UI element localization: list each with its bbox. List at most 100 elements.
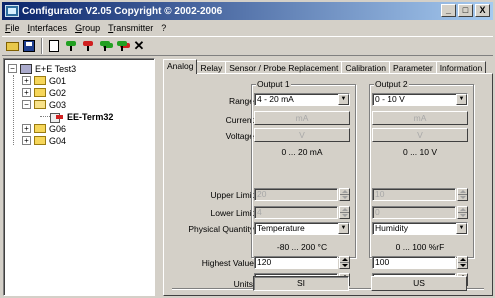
output1-highest-spinner[interactable] — [339, 256, 350, 269]
toolbar: ✕ — [2, 36, 493, 56]
tree-group-label: G02 — [49, 87, 67, 98]
close-button[interactable]: X — [475, 4, 490, 17]
new-button[interactable] — [46, 38, 62, 54]
units-si-button[interactable]: SI — [253, 276, 349, 291]
output1-range-select[interactable]: 4 - 20 mA ▼ — [254, 93, 350, 106]
output1-quantity-range: -80 ... 200 °C — [276, 242, 328, 252]
tree-root-label: E+E Test3 — [35, 63, 77, 74]
tree-group-label: G04 — [49, 135, 67, 146]
units-us-button[interactable]: US — [371, 276, 467, 291]
output2-range-select[interactable]: 0 - 10 V ▼ — [372, 93, 468, 106]
tree-root[interactable]: − E+E Test3 — [8, 63, 76, 74]
menu-file[interactable]: File — [5, 23, 20, 33]
tree-group-label: G03 — [49, 99, 67, 110]
output2-quantity-range: 0 ... 100 %rF — [395, 242, 445, 252]
connect-group-button[interactable] — [97, 38, 113, 54]
folder-icon — [34, 136, 46, 145]
output2-title: Output 2 — [374, 79, 409, 89]
output1-quantity-select[interactable]: Temperature ▼ — [254, 222, 350, 235]
device-icon — [50, 112, 64, 123]
output1-lower-limit-field[interactable]: 4 — [254, 206, 338, 219]
output2-highest-spinner[interactable] — [457, 256, 468, 269]
disconnect-group-button[interactable] — [114, 38, 130, 54]
output1-upper-limit-field[interactable]: 20 — [254, 188, 338, 201]
connect-button[interactable] — [63, 38, 79, 54]
expand-icon[interactable]: + — [22, 124, 31, 133]
menu-interfaces[interactable]: Interfaces — [28, 23, 68, 33]
window-controls: _ □ X — [441, 4, 490, 17]
upper-limit-label: Upper Limit — [210, 190, 254, 200]
output2-highest-field[interactable]: 100 — [372, 256, 456, 269]
analog-pane: Range Current Voltage Upper Limit Lower … — [163, 73, 493, 296]
output1-voltage-button[interactable]: V — [254, 128, 350, 142]
menu-transmitter[interactable]: Transmitter — [108, 23, 153, 33]
open-button[interactable] — [4, 38, 20, 54]
collapse-icon[interactable]: − — [22, 100, 31, 109]
disconnect-button[interactable] — [80, 38, 96, 54]
expand-icon[interactable]: + — [22, 88, 31, 97]
plug-red-icon — [82, 40, 94, 52]
tab-analog[interactable]: Analog — [163, 59, 198, 74]
collapse-icon[interactable]: − — [8, 64, 17, 73]
output2-upper-limit-spinner[interactable] — [457, 188, 468, 201]
output2-range-value: 0 - 10 V — [375, 94, 405, 104]
highest-value-label: Highest Value — [201, 258, 254, 268]
chevron-down-icon[interactable]: ▼ — [456, 94, 467, 105]
expand-icon[interactable]: + — [22, 136, 31, 145]
device-tree[interactable]: − E+E Test3 + G01 + G02 − G03 EE-Term32 … — [3, 58, 155, 296]
minimize-button[interactable]: _ — [441, 4, 456, 17]
tools-button[interactable]: ✕ — [131, 38, 147, 54]
output1-title: Output 1 — [256, 79, 291, 89]
configurator-window: Configurator V2.05 Copyright © 2002-2006… — [0, 0, 495, 298]
tree-group-label: G01 — [49, 75, 67, 86]
tree-group-g04[interactable]: + G04 — [22, 135, 66, 146]
window-title: Configurator V2.05 Copyright © 2002-2006 — [22, 5, 223, 17]
folder-icon — [34, 88, 46, 97]
output1-quantity-value: Temperature — [257, 223, 305, 233]
open-folder-icon — [34, 100, 46, 109]
folder-icon — [34, 124, 46, 133]
plug-green-icon — [65, 40, 77, 52]
output2-lower-limit-spinner[interactable] — [457, 206, 468, 219]
folder-icon — [34, 76, 46, 85]
output1-current-button[interactable]: mA — [254, 111, 350, 125]
tree-group-g03[interactable]: − G03 — [22, 99, 66, 110]
tree-group-label: G06 — [49, 123, 67, 134]
menu-group[interactable]: Group — [75, 23, 100, 33]
chevron-down-icon[interactable]: ▼ — [338, 94, 349, 105]
tree-group-g02[interactable]: + G02 — [22, 87, 66, 98]
output2-lower-limit-field[interactable]: 0 — [372, 206, 456, 219]
units-label: Units — [233, 279, 253, 289]
output1-lower-limit-spinner[interactable] — [339, 206, 350, 219]
chevron-down-icon[interactable]: ▼ — [338, 223, 349, 234]
output2-quantity-value: Humidity — [375, 223, 409, 233]
tree-device-label: EE-Term32 — [67, 111, 114, 122]
expand-icon[interactable]: + — [22, 76, 31, 85]
tree-group-g06[interactable]: + G06 — [22, 123, 66, 134]
output2-voltage-button[interactable]: V — [372, 128, 468, 142]
output1-range-value: 4 - 20 mA — [257, 94, 294, 104]
output2-upper-limit-field[interactable]: 10 — [372, 188, 456, 201]
save-button[interactable] — [21, 38, 37, 54]
current-label: Current — [225, 115, 254, 125]
output1-highest-field[interactable]: 120 — [254, 256, 338, 269]
toolbar-separator — [41, 38, 43, 54]
tree-group-g01[interactable]: + G01 — [22, 75, 66, 86]
title-bar[interactable]: Configurator V2.05 Copyright © 2002-2006… — [2, 2, 493, 20]
tools-icon: ✕ — [133, 38, 145, 53]
output2-range-text: 0 ... 10 V — [402, 147, 438, 157]
menu-help[interactable]: ? — [161, 23, 166, 33]
range-label: Range — [228, 96, 254, 106]
app-icon — [5, 5, 19, 17]
computer-icon — [20, 63, 32, 74]
tab-strip: Analog Relay Sensor / Probe Replacement … — [163, 59, 487, 74]
maximize-button[interactable]: □ — [458, 4, 473, 17]
plug-group-green-icon — [99, 40, 111, 52]
output1-upper-limit-spinner[interactable] — [339, 188, 350, 201]
output2-quantity-select[interactable]: Humidity ▼ — [372, 222, 468, 235]
tree-device-ee-term32[interactable]: EE-Term32 — [50, 111, 114, 123]
output2-current-button[interactable]: mA — [372, 111, 468, 125]
plug-group-red-icon — [116, 40, 128, 52]
chevron-down-icon[interactable]: ▼ — [456, 223, 467, 234]
lower-limit-label: Lower Limit — [210, 208, 254, 218]
